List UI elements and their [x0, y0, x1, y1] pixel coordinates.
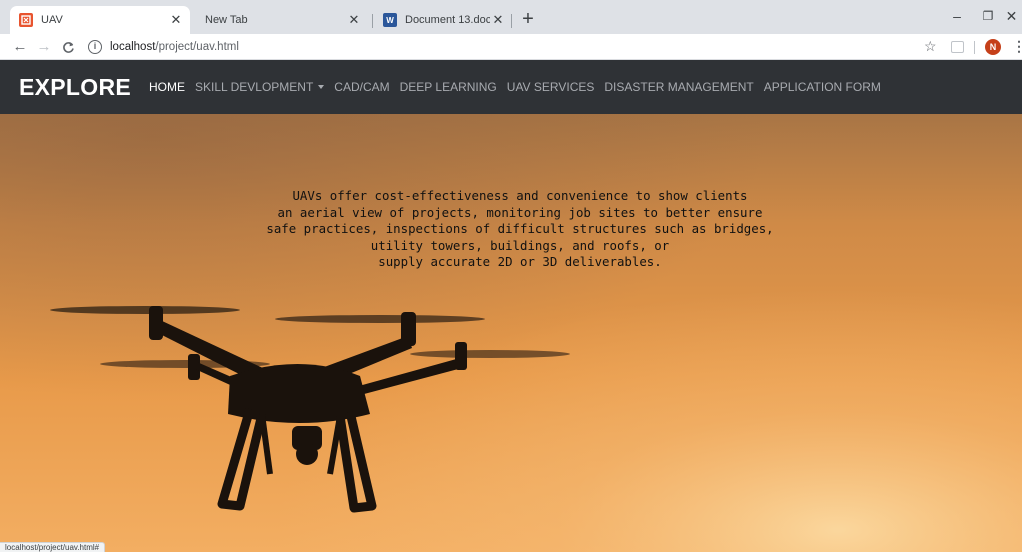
tab-divider: [372, 14, 373, 28]
tab-uav[interactable]: UAV ✕: [10, 6, 190, 34]
back-arrow-icon[interactable]: ←: [10, 37, 30, 57]
bookmark-star-icon[interactable]: ☆: [924, 38, 937, 55]
new-tab-button[interactable]: +: [517, 9, 539, 31]
browser-toolbar: ← → i localhost /project/uav.html ☆ N ⋮: [0, 34, 1022, 60]
profile-avatar[interactable]: N: [985, 39, 1001, 55]
menu-kebab-icon[interactable]: ⋮: [1012, 38, 1022, 55]
nav-disaster-management[interactable]: DISASTER MANAGEMENT: [604, 80, 753, 94]
tab-document[interactable]: W Document 13.docx - Microsoft W ✕: [374, 6, 512, 34]
url-host: localhost: [110, 41, 156, 53]
word-favicon-icon: W: [383, 13, 397, 27]
browser-tab-strip: UAV ✕ New Tab ✕ W Document 13.docx - Mic…: [0, 0, 1022, 34]
close-window-button[interactable]: ✕: [1001, 6, 1022, 28]
hero-section: UAVs offer cost-effectiveness and conven…: [0, 114, 1022, 552]
toolbar-divider: [974, 41, 975, 54]
uav-favicon-icon: [19, 13, 33, 27]
restore-button[interactable]: ❐: [973, 6, 1003, 28]
close-tab-icon[interactable]: ✕: [168, 12, 184, 28]
dropdown-caret-icon: [318, 85, 325, 89]
reload-icon[interactable]: [58, 37, 78, 57]
nav-cad-cam[interactable]: CAD/CAM: [334, 80, 389, 94]
brand-logo[interactable]: EXPLORE: [19, 74, 131, 101]
url-path: /project/uav.html: [155, 41, 239, 53]
forward-arrow-icon[interactable]: →: [34, 37, 54, 57]
extension-icon[interactable]: [951, 41, 964, 53]
tab-title: UAV: [41, 14, 63, 26]
tab-new-tab[interactable]: New Tab ✕: [196, 6, 368, 34]
address-bar[interactable]: i localhost /project/uav.html: [88, 37, 918, 57]
hero-description: UAVs offer cost-effectiveness and conven…: [266, 188, 774, 269]
nav-home[interactable]: HOME: [149, 80, 185, 94]
tab-title: New Tab: [205, 14, 248, 26]
tab-title: Document 13.docx - Microsoft W: [405, 14, 490, 26]
nav-deep-learning[interactable]: DEEP LEARNING: [400, 80, 497, 94]
hero-background-image: [0, 114, 1022, 552]
nav-skill-development[interactable]: SKILL DEVLOPMENT: [195, 80, 325, 94]
nav-application-form[interactable]: APPLICATION FORM: [764, 80, 881, 94]
minimize-button[interactable]: –: [942, 6, 972, 28]
nav-label: SKILL DEVLOPMENT: [195, 80, 314, 94]
nav-uav-services[interactable]: UAV SERVICES: [507, 80, 595, 94]
close-tab-icon[interactable]: ✕: [490, 12, 506, 28]
svg-text:W: W: [386, 16, 394, 25]
close-tab-icon[interactable]: ✕: [346, 12, 362, 28]
status-bar-url: localhost/project/uav.html#: [0, 542, 106, 552]
info-icon[interactable]: i: [88, 40, 102, 54]
tab-divider: [511, 14, 512, 28]
site-navbar: EXPLORE HOME SKILL DEVLOPMENT CAD/CAM DE…: [0, 60, 1022, 114]
